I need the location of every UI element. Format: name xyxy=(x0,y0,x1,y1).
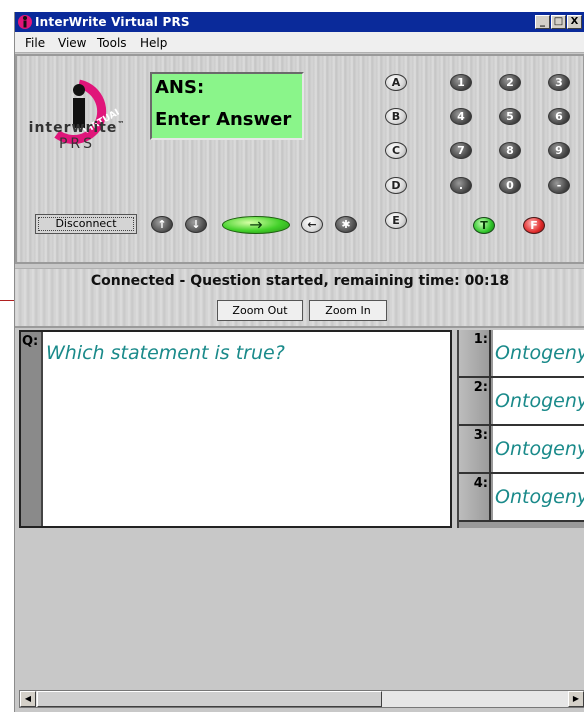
maximize-button[interactable]: □ xyxy=(551,15,566,29)
menu-view[interactable]: View xyxy=(58,36,86,50)
star-button[interactable]: ✱ xyxy=(335,216,357,233)
scroll-right-icon[interactable]: ▶ xyxy=(568,691,584,707)
key-6-button[interactable]: 6 xyxy=(548,108,570,125)
arrow-up-button[interactable]: ↑ xyxy=(151,216,173,233)
menu-bar: File View Tools Help xyxy=(15,32,584,53)
logo-brand-text: interwrite™ xyxy=(17,120,137,136)
brand-logo: VIRTUAL interwrite™ PRS xyxy=(17,56,137,176)
scroll-left-icon[interactable]: ◀ xyxy=(20,691,36,707)
question-text-box: Which statement is true? xyxy=(41,332,450,526)
window-title: InterWrite Virtual PRS xyxy=(35,15,190,29)
answer-row[interactable]: 3: Ontogeny xyxy=(459,426,584,474)
logo-brand: interwrite xyxy=(28,120,118,136)
app-window: InterWrite Virtual PRS _ □ X File View T… xyxy=(14,12,584,712)
logo-tm: ™ xyxy=(117,120,126,128)
answer-text: Ontogeny xyxy=(493,378,584,424)
answer-row[interactable]: 1: Ontogeny xyxy=(459,330,584,378)
question-label: Q: xyxy=(22,334,39,349)
enter-arrow-button[interactable]: → xyxy=(222,216,290,234)
key-1-button[interactable]: 1 xyxy=(450,74,472,91)
key-d-button[interactable]: D xyxy=(385,177,407,194)
answer-number: 1: xyxy=(459,330,491,376)
minimize-button[interactable]: _ xyxy=(535,15,550,29)
key-8-button[interactable]: 8 xyxy=(499,142,521,159)
menu-file[interactable]: File xyxy=(25,36,45,50)
true-button[interactable]: T xyxy=(473,217,495,234)
answer-row[interactable]: 2: Ontogeny xyxy=(459,378,584,426)
question-text: Which statement is true? xyxy=(46,342,285,364)
answer-text: Ontogeny xyxy=(493,474,584,520)
key-9-button[interactable]: 9 xyxy=(548,142,570,159)
zoom-out-button[interactable]: Zoom Out xyxy=(217,300,303,321)
key-0-button[interactable]: 0 xyxy=(499,177,521,194)
answer-list: 1: Ontogeny 2: Ontogeny 3: Ontogeny 4: O… xyxy=(457,330,584,528)
key-dot-button[interactable]: . xyxy=(450,177,472,194)
answer-number: 3: xyxy=(459,426,491,472)
answer-text: Ontogeny xyxy=(493,330,584,376)
key-minus-button[interactable]: - xyxy=(548,177,570,194)
remote-control-panel: VIRTUAL interwrite™ PRS ANS: Enter Answe… xyxy=(15,54,584,264)
disconnect-button[interactable]: Disconnect xyxy=(35,214,137,234)
answer-number: 4: xyxy=(459,474,491,520)
key-e-button[interactable]: E xyxy=(385,212,407,229)
false-button[interactable]: F xyxy=(523,217,545,234)
arrow-down-button[interactable]: ↓ xyxy=(185,216,207,233)
question-panel: Q: Which statement is true? xyxy=(19,330,452,528)
key-7-button[interactable]: 7 xyxy=(450,142,472,159)
answer-row[interactable]: 4: Ontogeny xyxy=(459,474,584,522)
menu-tools[interactable]: Tools xyxy=(97,36,127,50)
lcd-display: ANS: Enter Answer xyxy=(150,72,304,140)
key-c-button[interactable]: C xyxy=(385,142,407,159)
key-b-button[interactable]: B xyxy=(385,108,407,125)
key-5-button[interactable]: 5 xyxy=(499,108,521,125)
key-2-button[interactable]: 2 xyxy=(499,74,521,91)
key-4-button[interactable]: 4 xyxy=(450,108,472,125)
key-3-button[interactable]: 3 xyxy=(548,74,570,91)
menu-help[interactable]: Help xyxy=(140,36,167,50)
backspace-button[interactable]: ← xyxy=(301,216,323,233)
logo-product: PRS xyxy=(58,136,96,152)
app-icon xyxy=(18,15,32,29)
key-a-button[interactable]: A xyxy=(385,74,407,91)
lcd-line-1: ANS: xyxy=(155,77,205,98)
status-area: Connected - Question started, remaining … xyxy=(15,268,584,328)
lcd-line-2: Enter Answer xyxy=(155,109,292,130)
title-bar: InterWrite Virtual PRS _ □ X xyxy=(15,12,584,32)
zoom-in-button[interactable]: Zoom In xyxy=(309,300,387,321)
answer-number: 2: xyxy=(459,378,491,424)
scrollbar-thumb[interactable] xyxy=(37,691,382,707)
answer-text: Ontogeny xyxy=(493,426,584,472)
horizontal-scrollbar[interactable]: ◀ ▶ xyxy=(19,690,584,708)
close-button[interactable]: X xyxy=(567,15,582,29)
disconnect-label: Disconnect xyxy=(55,217,117,230)
status-message: Connected - Question started, remaining … xyxy=(90,273,510,289)
